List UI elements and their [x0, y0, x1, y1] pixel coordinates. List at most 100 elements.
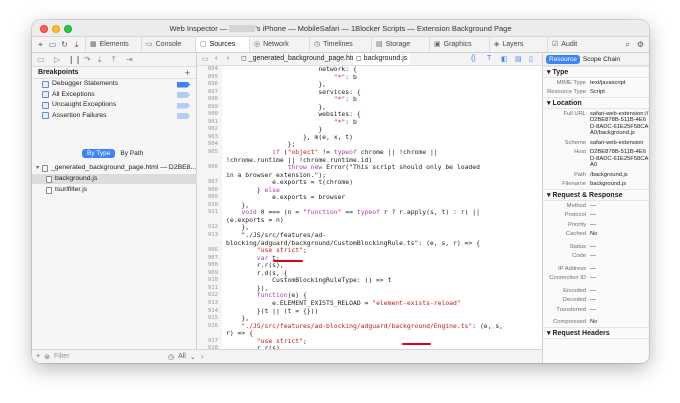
inspector-window: Web Inspector — 's iPhone — MobileSafari…	[32, 20, 649, 363]
tab-storage[interactable]: ▤ Storage	[371, 37, 429, 52]
line-number[interactable]	[197, 171, 222, 180]
tab-layers[interactable]: ◈ Layers	[489, 37, 547, 52]
section-request-response[interactable]: ▾ Request & Response	[543, 189, 649, 201]
line-number[interactable]: 908	[197, 186, 222, 195]
line-number[interactable]: 899	[197, 103, 222, 112]
section-location[interactable]: ▾ Location	[543, 97, 649, 109]
line-number[interactable]: 913	[197, 299, 222, 308]
line-number[interactable]: 915	[197, 315, 222, 323]
tab-graphics[interactable]: ▣ Graphics	[429, 37, 489, 52]
line-number[interactable]	[197, 239, 222, 248]
line-number[interactable]: 909	[197, 269, 222, 278]
step-into-icon[interactable]: ⤓	[98, 55, 102, 65]
document-icon: ▢	[241, 56, 247, 62]
tab-timelines[interactable]: ◷ Timelines	[309, 37, 371, 52]
timelines-icon: ◷	[314, 41, 321, 48]
line-number[interactable]: 911	[197, 284, 222, 293]
crosshair-icon[interactable]: ⌖	[35, 39, 46, 50]
line-number[interactable]: 906	[197, 247, 222, 255]
line-number[interactable]: 901	[197, 118, 222, 127]
file-item-tsurlfilter-js[interactable]: tsurlfilter.js	[32, 185, 197, 195]
line-number[interactable]: 894	[197, 66, 222, 74]
line-number[interactable]: 910	[197, 277, 222, 285]
tab-network[interactable]: ◎ Network	[249, 37, 309, 52]
line-number[interactable]: 908	[197, 262, 222, 270]
line-number[interactable]: 912	[197, 224, 222, 233]
line-number[interactable]: 896	[197, 81, 222, 89]
line-number[interactable]: 897	[197, 88, 222, 97]
line-number[interactable]	[197, 330, 222, 338]
reload-icon[interactable]: ↻	[59, 39, 70, 50]
details-sidebar-icon[interactable]: ▯	[529, 55, 533, 63]
sidebar-toggle-icon[interactable]: ▭	[37, 55, 45, 64]
download-icon[interactable]: ⤓	[71, 39, 82, 50]
sidebar-icon[interactable]: ▭	[202, 55, 209, 63]
breakpoint-uncaught-exceptions[interactable]: Uncaught Exceptions	[32, 100, 196, 111]
by-type-button[interactable]: By Type	[82, 149, 116, 158]
line-number[interactable]: 902	[197, 126, 222, 134]
forward-arrow-icon[interactable]: ›	[227, 55, 229, 62]
pause-icon[interactable]: ❙❙	[68, 55, 81, 64]
tab-console[interactable]: ▭ Console	[141, 37, 195, 52]
type-profiler-icon[interactable]: T	[487, 55, 491, 62]
add-icon[interactable]: +	[36, 353, 40, 360]
line-number[interactable]: 898	[197, 96, 222, 104]
line-number[interactable]: 903	[197, 133, 222, 142]
console-prompt[interactable]: ›	[197, 349, 542, 363]
tab-sources[interactable]: ▢ Sources	[195, 37, 249, 52]
breakpoints-header[interactable]: Breakpoints +	[32, 67, 196, 79]
line-number[interactable]: 905	[197, 149, 222, 157]
line-number[interactable]	[197, 216, 222, 225]
breakpoint-flag-icon[interactable]	[177, 92, 190, 98]
line-number[interactable]: 895	[197, 73, 222, 82]
gear-icon[interactable]: ⚙	[635, 39, 646, 50]
add-breakpoint-icon[interactable]: +	[185, 67, 190, 79]
device-icon[interactable]: ▭	[47, 39, 58, 50]
filter-input[interactable]: Filter	[54, 353, 164, 360]
by-path-button[interactable]: By Path	[115, 149, 148, 158]
step-out-icon[interactable]: ⤒	[112, 55, 116, 65]
cached-row: Cached No	[566, 231, 598, 237]
line-number[interactable]: 911	[197, 209, 222, 217]
step-over-icon[interactable]: ↷	[84, 55, 91, 64]
breadcrumb-script[interactable]: ▢ background.js	[353, 53, 411, 65]
line-number[interactable]: 917	[197, 337, 222, 346]
search-icon[interactable]: ⌕	[622, 39, 633, 50]
section-type[interactable]: ▾ Type	[543, 66, 649, 78]
breakpoint-flag-icon[interactable]	[177, 102, 190, 109]
line-number[interactable]: 904	[197, 141, 222, 150]
section-request-headers[interactable]: ▾ Request Headers	[543, 327, 649, 339]
tab-resource[interactable]: Resource	[546, 54, 580, 64]
breakpoint-debugger-statements[interactable]: Debugger Statements	[32, 79, 196, 90]
pretty-print-icon[interactable]: {}	[471, 55, 476, 62]
clock-icon[interactable]: ◷	[168, 353, 174, 361]
step-icon[interactable]: ⇥	[126, 55, 133, 64]
code-coverage-icon[interactable]: ◧	[501, 55, 508, 63]
resource-group[interactable]: ▾ _generated_background_page.html — D2BE8…	[32, 163, 197, 173]
breakpoint-flag-icon[interactable]	[177, 113, 190, 119]
line-number[interactable]	[197, 156, 222, 165]
code-view[interactable]: 894 network: {895 "*": b 896 }, 897 servic…	[197, 66, 542, 349]
breakpoint-toggle-icon[interactable]: ▷	[54, 55, 60, 64]
tab-audit[interactable]: ☑ Audit	[547, 37, 617, 52]
scope-select[interactable]: All	[178, 353, 186, 360]
line-number[interactable]: 910	[197, 201, 222, 210]
line-number[interactable]: 912	[197, 292, 222, 300]
line-number[interactable]: 907	[197, 254, 222, 263]
breadcrumb-html[interactable]: ▢ _generated_background_page.html	[241, 53, 359, 65]
line-number[interactable]: 916	[197, 322, 222, 331]
tab-scope-chain[interactable]: Scope Chain	[583, 56, 620, 63]
file-item-background-js[interactable]: background.js	[32, 174, 197, 184]
tab-elements[interactable]: ▦ Elements	[85, 37, 141, 52]
local-override-icon[interactable]: ▤	[515, 55, 522, 63]
line-number[interactable]: 906	[197, 164, 222, 172]
line-number[interactable]: 907	[197, 179, 222, 187]
breakpoint-flag-icon[interactable]	[177, 81, 190, 88]
line-number[interactable]: 914	[197, 307, 222, 316]
breakpoint-all-exceptions[interactable]: All Exceptions	[32, 90, 196, 101]
line-number[interactable]: 913	[197, 232, 222, 240]
breakpoint-assertion-failures[interactable]: Assertion Failures	[32, 111, 196, 122]
line-number[interactable]: 900	[197, 111, 222, 119]
back-arrow-icon[interactable]: ‹	[215, 55, 217, 62]
line-number[interactable]: 909	[197, 194, 222, 202]
